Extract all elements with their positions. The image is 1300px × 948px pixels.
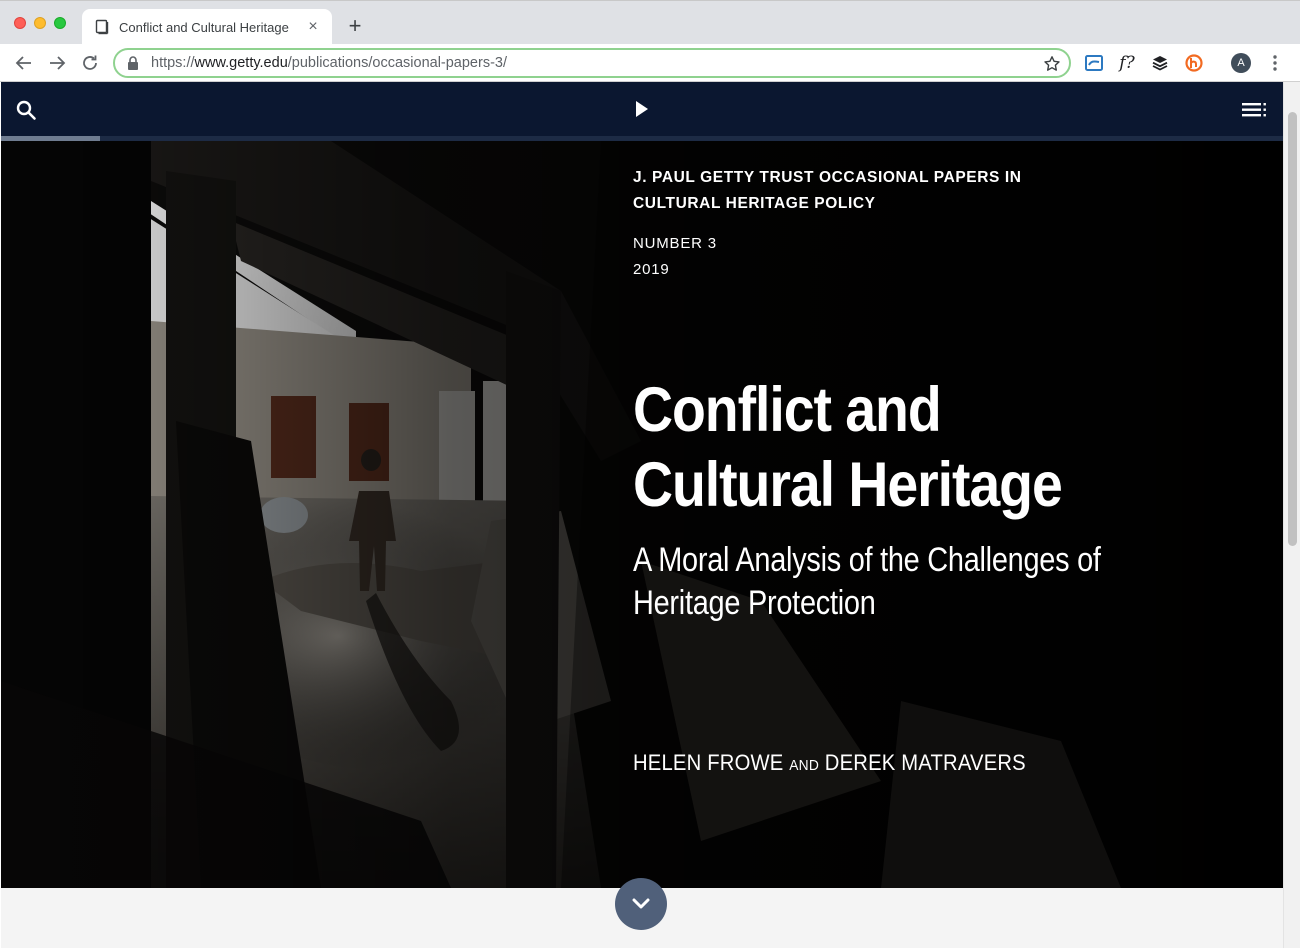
publication-nav-bar	[1, 82, 1283, 136]
table-of-contents-icon[interactable]	[1241, 100, 1267, 120]
back-icon[interactable]	[13, 52, 35, 74]
book-icon	[95, 19, 109, 35]
issue-info: NUMBER 3 2019	[633, 231, 717, 283]
layers-extension-icon[interactable]	[1150, 53, 1170, 73]
url-path: /publications/occasional-papers-3/	[287, 55, 508, 71]
authors: HELEN FROWE AND DEREK MATRAVERS	[633, 750, 1026, 776]
honey-extension-icon[interactable]	[1184, 53, 1204, 73]
title-line-2: Cultural Heritage	[633, 450, 1063, 520]
author-join: AND	[789, 757, 819, 774]
browser-tab-strip: Conflict and Cultural Heritage × +	[0, 0, 1300, 45]
close-window-button[interactable]	[14, 17, 26, 29]
search-icon[interactable]	[15, 99, 37, 121]
browser-toolbar: https://www.getty.edu/publications/occas…	[0, 44, 1300, 82]
issue-year: 2019	[633, 261, 670, 278]
issue-number: NUMBER 3	[633, 235, 717, 252]
profile-avatar[interactable]: A	[1231, 53, 1251, 73]
lock-icon[interactable]	[127, 56, 139, 70]
forward-icon[interactable]	[46, 52, 68, 74]
browser-tab[interactable]: Conflict and Cultural Heritage ×	[82, 9, 332, 45]
reload-icon[interactable]	[79, 52, 101, 74]
tab-title: Conflict and Cultural Heritage	[119, 19, 289, 35]
subtitle-line-2: Heritage Protection	[633, 584, 876, 622]
url-host: www.getty.edu	[194, 55, 288, 71]
minimize-window-button[interactable]	[34, 17, 46, 29]
font-finder-extension-icon[interactable]: f?	[1117, 53, 1137, 73]
screen-capture-extension-icon[interactable]	[1084, 53, 1104, 73]
bookmark-star-icon[interactable]	[1043, 55, 1061, 73]
maximize-window-button[interactable]	[54, 17, 66, 29]
play-icon[interactable]	[633, 99, 651, 119]
subtitle-line-1: A Moral Analysis of the Challenges of	[633, 541, 1101, 579]
title-line-1: Conflict and	[633, 375, 942, 445]
browser-menu-icon[interactable]	[1265, 53, 1285, 73]
url-scheme: https://	[151, 55, 195, 71]
publication-title: Conflict and Cultural Heritage	[633, 373, 1179, 523]
new-tab-button[interactable]: +	[344, 13, 366, 39]
scroll-down-button[interactable]	[615, 878, 667, 930]
tab-close-button[interactable]: ×	[304, 18, 322, 36]
author-1: HELEN FROWE	[633, 750, 784, 775]
address-bar[interactable]: https://www.getty.edu/publications/occas…	[113, 48, 1071, 78]
series-title: J. Paul Getty Trust Occasional Papers in…	[633, 169, 1022, 212]
scrollbar-thumb[interactable]	[1288, 112, 1297, 546]
page-scrollbar[interactable]	[1283, 82, 1300, 948]
cover-hero: J. Paul Getty Trust Occasional Papers in…	[1, 141, 1283, 888]
publication-subtitle: A Moral Analysis of the Challenges of He…	[633, 539, 1177, 625]
web-page: J. Paul Getty Trust Occasional Papers in…	[1, 82, 1283, 948]
author-2: DEREK MATRAVERS	[824, 750, 1026, 775]
chevron-down-icon	[632, 898, 650, 909]
